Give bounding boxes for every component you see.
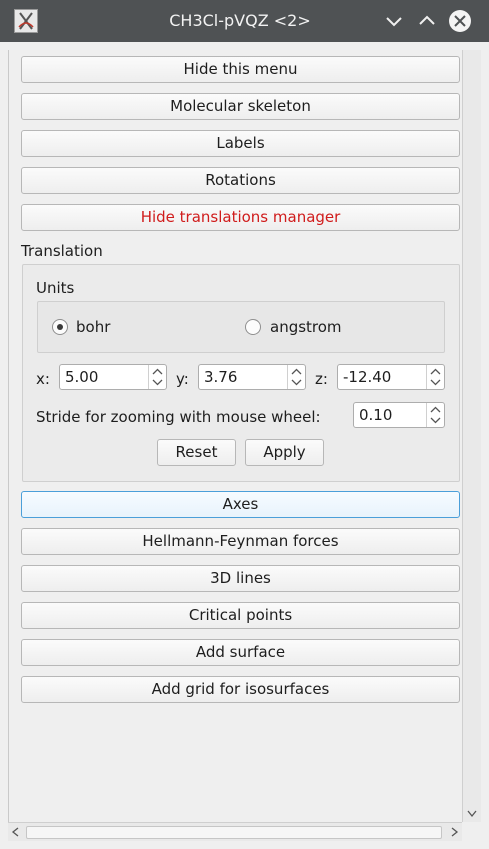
add-grid-button[interactable]: Add grid for isosurfaces: [21, 676, 460, 703]
units-group-title: Units: [36, 279, 75, 297]
spin-arrows-icon: [430, 368, 441, 386]
molecular-skeleton-button[interactable]: Molecular skeleton: [21, 93, 460, 120]
labels-button[interactable]: Labels: [21, 130, 460, 157]
axes-button[interactable]: Axes: [21, 491, 460, 518]
horizontal-scrollbar[interactable]: [8, 822, 462, 841]
hide-translations-button[interactable]: Hide translations manager: [21, 204, 460, 231]
spin-arrows-icon: [152, 368, 163, 386]
3d-lines-button[interactable]: 3D lines: [21, 565, 460, 592]
menu-panel: Hide this menu Molecular skeleton Labels…: [8, 50, 463, 822]
window-body: Hide this menu Molecular skeleton Labels…: [0, 42, 489, 849]
close-icon: [449, 10, 471, 32]
y-stepper[interactable]: [287, 365, 305, 389]
radio-selected-dot: [57, 324, 63, 330]
z-stepper[interactable]: [426, 365, 444, 389]
stride-stepper[interactable]: [426, 403, 444, 427]
angstrom-radio[interactable]: [245, 319, 261, 335]
window-title: CH3Cl-pVQZ <2>: [169, 11, 311, 30]
z-spinbox[interactable]: [337, 364, 445, 390]
add-surface-button[interactable]: Add surface: [21, 639, 460, 666]
spin-arrows-icon: [430, 406, 441, 424]
x-spinbox[interactable]: [59, 364, 167, 390]
z-input[interactable]: [338, 365, 427, 389]
maximize-button[interactable]: [415, 9, 439, 33]
angstrom-radio-label[interactable]: angstrom: [270, 318, 342, 336]
reset-button[interactable]: Reset: [157, 439, 236, 466]
x-input[interactable]: [60, 365, 149, 389]
bohr-radio[interactable]: [52, 319, 68, 335]
y-label: y:: [176, 370, 189, 388]
minimize-button[interactable]: [382, 9, 406, 33]
y-spinbox[interactable]: [198, 364, 306, 390]
scroll-down-arrow-icon: [467, 810, 477, 818]
translation-group-title: Translation: [21, 242, 103, 260]
title-bar: CH3Cl-pVQZ <2>: [0, 0, 489, 42]
vertical-scrollbar[interactable]: [462, 50, 481, 822]
spin-arrows-icon: [291, 368, 302, 386]
chevron-up-icon: [419, 15, 435, 25]
stride-spinbox[interactable]: [353, 402, 445, 428]
z-label: z:: [315, 370, 328, 388]
app-icon: [14, 9, 38, 33]
apply-button[interactable]: Apply: [245, 439, 324, 466]
stride-label: Stride for zooming with mouse wheel:: [36, 408, 321, 426]
hide-menu-button[interactable]: Hide this menu: [21, 56, 460, 83]
bohr-radio-label[interactable]: bohr: [76, 318, 110, 336]
stride-input[interactable]: [354, 403, 427, 427]
x-label: x:: [36, 370, 50, 388]
chevron-down-icon: [386, 17, 402, 27]
rotations-button[interactable]: Rotations: [21, 167, 460, 194]
critical-points-button[interactable]: Critical points: [21, 602, 460, 629]
y-input[interactable]: [199, 365, 288, 389]
horizontal-scroll-thumb[interactable]: [26, 826, 442, 839]
x-stepper[interactable]: [148, 365, 166, 389]
close-button[interactable]: [448, 9, 472, 33]
hellmann-feynman-button[interactable]: Hellmann-Feynman forces: [21, 528, 460, 555]
